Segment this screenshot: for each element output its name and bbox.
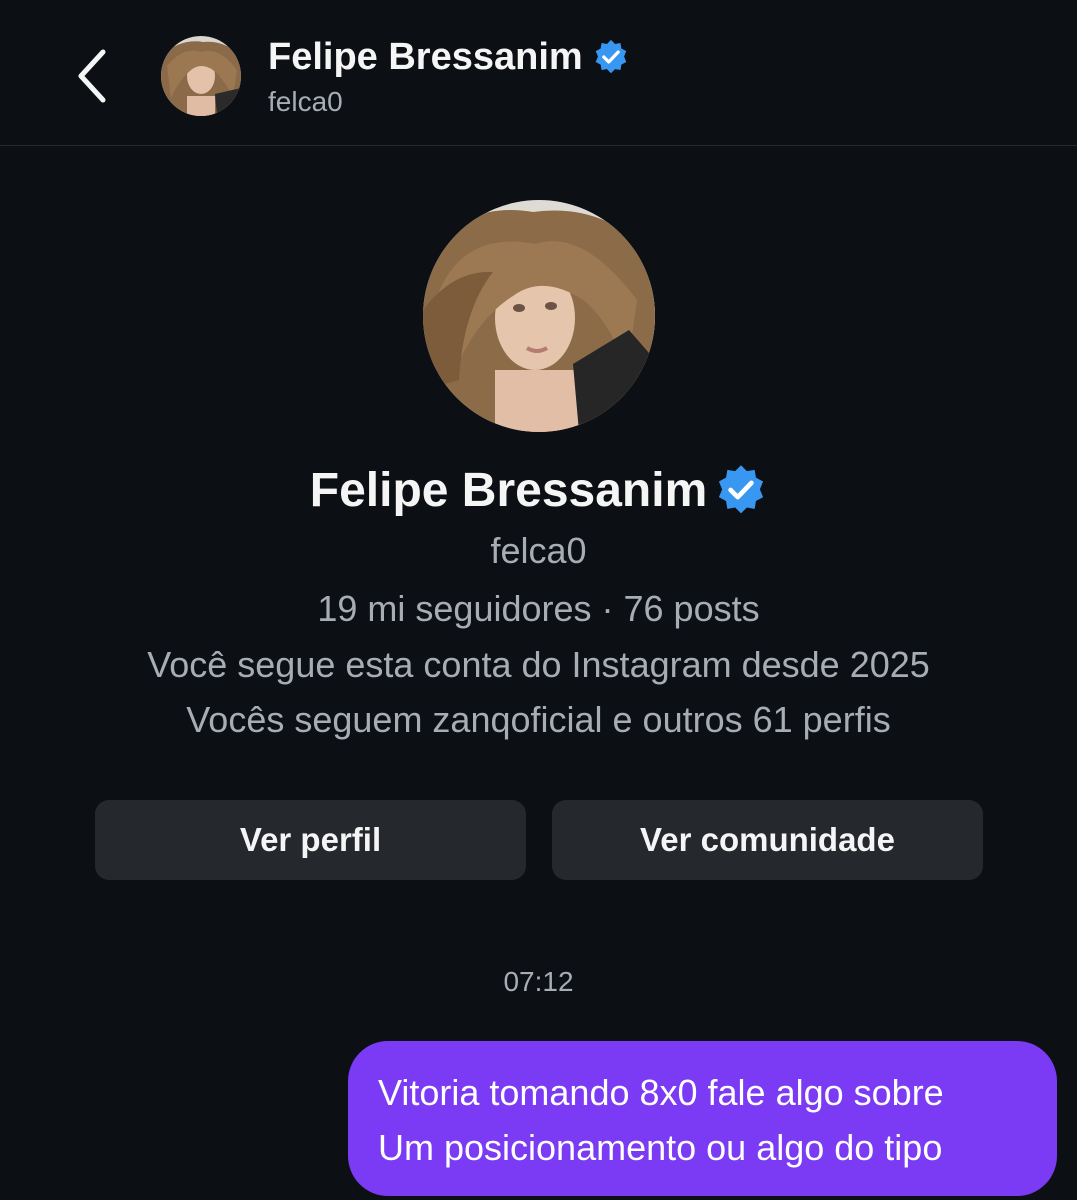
mutual-followers-text: Vocês seguem zanqoficial e outros 61 per… (186, 699, 891, 740)
verified-badge-icon (719, 465, 764, 514)
message-timestamp: 07:12 (503, 966, 574, 997)
view-profile-button[interactable]: Ver perfil (95, 800, 526, 880)
profile-name-row: Felipe Bressanim (0, 458, 1077, 522)
verified-badge-icon (595, 39, 626, 74)
profile-name: Felipe Bressanim (309, 463, 708, 517)
message-line: Vitoria tomando 8x0 fale algo sobre (378, 1072, 944, 1113)
header-username: felca0 (268, 86, 343, 117)
view-community-button[interactable]: Ver comunidade (552, 800, 983, 880)
header-avatar[interactable] (161, 36, 241, 116)
profile-username: felca0 (490, 530, 587, 571)
header-name: Felipe Bressanim (268, 35, 583, 78)
chevron-left-icon (78, 49, 106, 103)
header-name-row[interactable]: Felipe Bressanim (268, 34, 629, 80)
sent-message-bubble[interactable]: Vitoria tomando 8x0 fale algo sobre Um p… (348, 1041, 1057, 1196)
message-line: Um posicionamento ou algo do tipo (378, 1127, 943, 1168)
follow-since-text: Você segue esta conta do Instagram desde… (147, 644, 930, 685)
chat-header: Felipe Bressanim felca0 (0, 0, 1077, 146)
back-button[interactable] (62, 44, 122, 108)
profile-stats: 19 mi seguidores · 76 posts (317, 588, 760, 629)
profile-avatar[interactable] (423, 200, 655, 432)
